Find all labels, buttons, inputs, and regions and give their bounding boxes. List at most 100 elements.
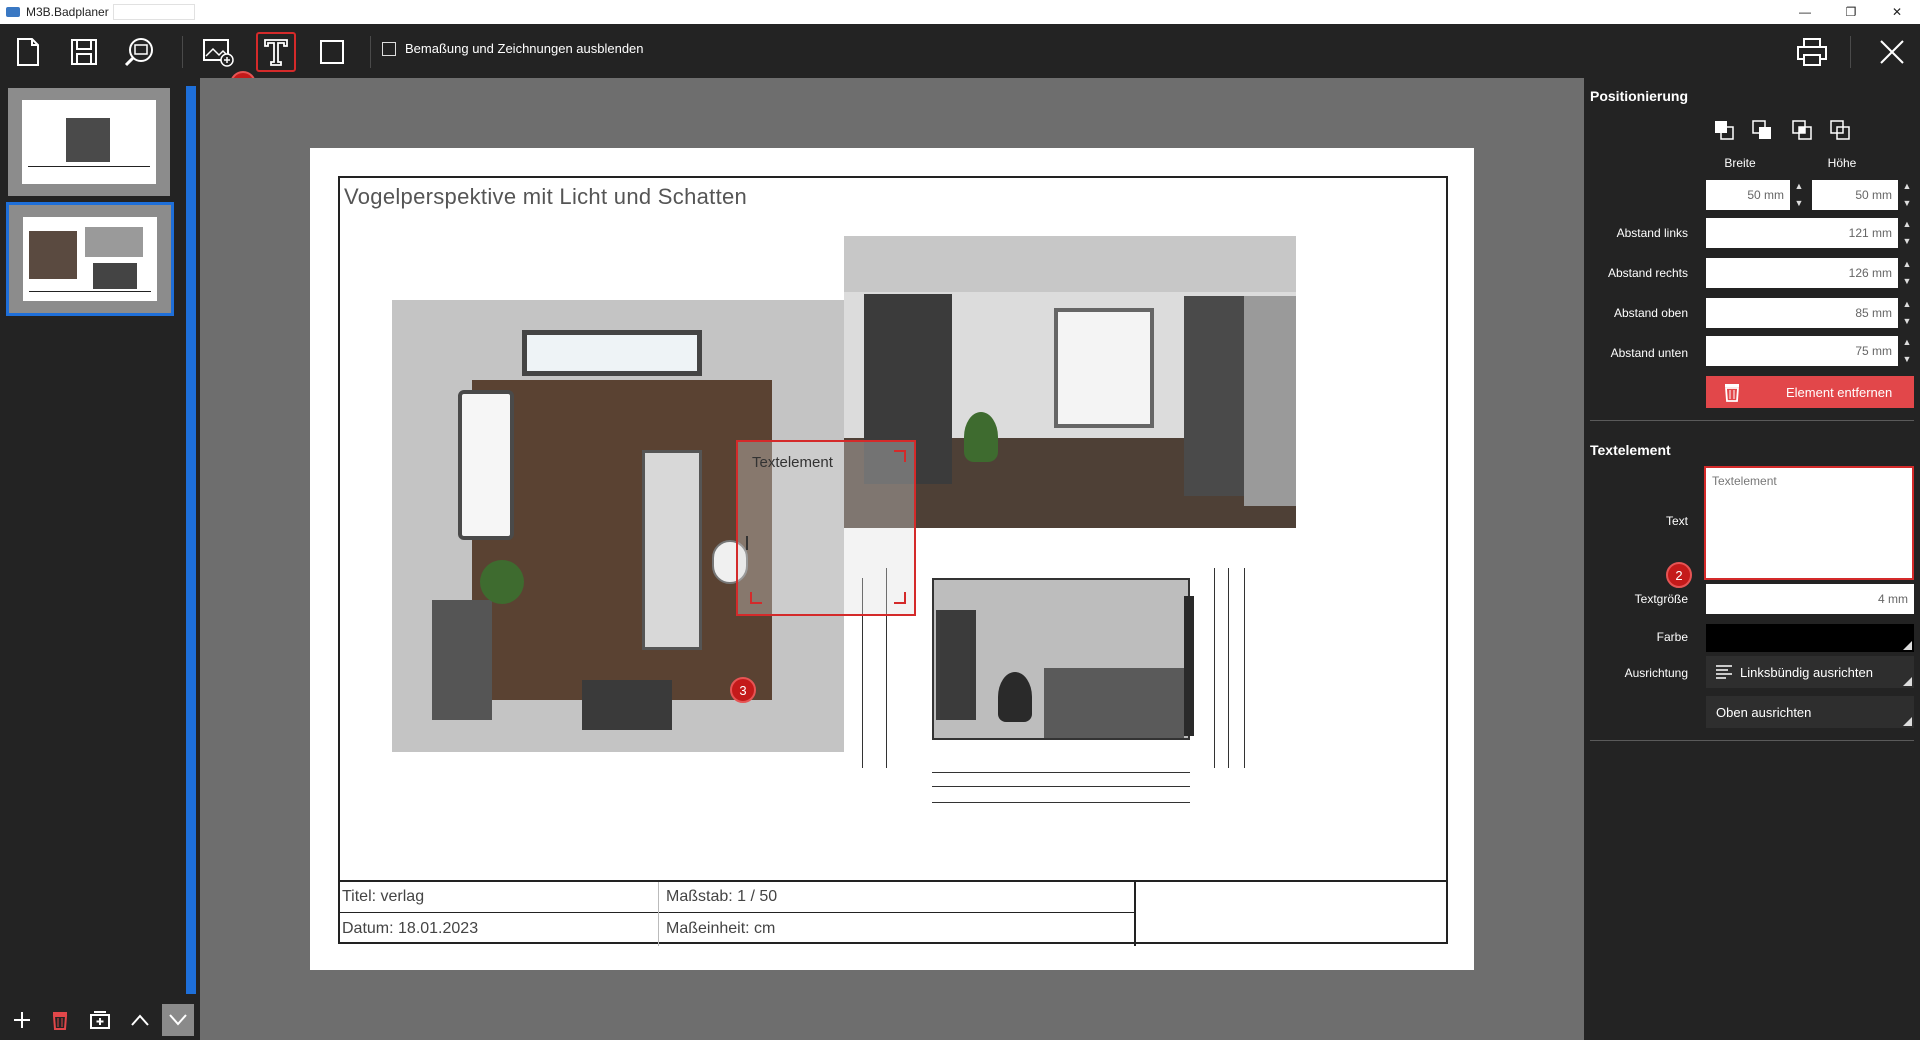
checkbox-box[interactable] <box>382 41 396 56</box>
distance-right-stepper[interactable]: ▲ ▼ <box>1900 258 1914 288</box>
page-thumbnail-1[interactable] <box>8 88 170 196</box>
close-icon <box>1880 40 1904 64</box>
horizontal-align-dropdown[interactable]: Linksbündig ausrichten <box>1706 656 1914 688</box>
duplicate-page-button[interactable] <box>84 1004 116 1036</box>
distance-left-label: Abstand links <box>1616 226 1688 240</box>
add-rectangle-button[interactable] <box>312 32 352 72</box>
move-page-up-button[interactable] <box>124 1004 156 1036</box>
close-editor-button[interactable] <box>1872 32 1912 72</box>
text-content-value: Textelement <box>1712 474 1777 488</box>
remove-element-button[interactable]: Element entfernen <box>1706 376 1914 408</box>
restore-button[interactable]: ❐ <box>1828 0 1874 24</box>
new-document-icon <box>17 38 39 66</box>
bring-forward-icon[interactable] <box>1750 118 1774 142</box>
send-to-back-icon[interactable] <box>1828 118 1852 142</box>
print-button[interactable] <box>1792 32 1832 72</box>
dropdown-corner-icon <box>1903 641 1912 650</box>
info-title[interactable]: Titel: verlag <box>338 882 424 912</box>
distance-bottom-label: Abstand unten <box>1610 346 1688 360</box>
hide-dimensions-label: Bemaßung und Zeichnungen ausblenden <box>405 41 644 56</box>
page-tools <box>0 998 200 1040</box>
align-left-icon <box>1716 665 1732 679</box>
remove-element-label: Element entfernen <box>1786 384 1893 400</box>
page-thumbnail-2[interactable] <box>6 202 174 316</box>
window-title: M3B.Badplaner <box>26 5 109 19</box>
page-frame: Vogelperspektive mit Licht und Schatten <box>338 176 1448 946</box>
elevation-drawing[interactable] <box>932 578 1194 740</box>
distance-right-label: Abstand rechts <box>1607 266 1688 280</box>
minimize-button[interactable]: — <box>1782 0 1828 24</box>
distance-left-stepper[interactable]: ▲ ▼ <box>1900 218 1914 248</box>
dropdown-corner-icon <box>1903 717 1912 726</box>
add-image-button[interactable] <box>198 32 238 72</box>
duplicate-icon <box>90 1011 110 1029</box>
chevron-down-icon <box>169 1014 187 1026</box>
horizontal-align-value: Linksbündig ausrichten <box>1740 664 1873 680</box>
vertical-align-value: Oben ausrichten <box>1716 704 1812 720</box>
add-image-icon <box>203 39 234 67</box>
preview-button[interactable] <box>120 32 160 72</box>
plus-icon <box>14 1012 30 1028</box>
distance-top-label: Abstand oben <box>1613 306 1688 320</box>
trash-icon <box>1725 384 1739 402</box>
move-page-down-button[interactable] <box>162 1004 194 1036</box>
distance-top-input[interactable]: 85 mm <box>1706 298 1898 328</box>
dropdown-corner-icon <box>1903 677 1912 686</box>
plant-icon <box>480 560 524 604</box>
distance-left-input[interactable]: 121 mm <box>1706 218 1898 248</box>
close-window-button[interactable]: ✕ <box>1874 0 1920 24</box>
project-name-field[interactable] <box>112 4 195 20</box>
color-picker[interactable] <box>1706 624 1914 652</box>
distance-bottom-input[interactable]: 75 mm <box>1706 336 1898 366</box>
text-cursor <box>746 536 748 550</box>
save-button[interactable] <box>64 32 104 72</box>
page-thumbnails-panel <box>0 78 200 1040</box>
distance-bottom-stepper[interactable]: ▲ ▼ <box>1900 336 1914 366</box>
printer-icon <box>1797 38 1827 66</box>
step-marker-3: 3 <box>730 677 756 703</box>
text-content-input[interactable]: Textelement <box>1704 466 1914 580</box>
text-element-heading: Textelement <box>1590 442 1671 458</box>
text-tool-icon <box>264 39 288 66</box>
alignment-label: Ausrichtung <box>1624 666 1688 680</box>
width-stepper[interactable]: ▲ ▼ <box>1792 180 1806 210</box>
height-label: Höhe <box>1827 156 1857 170</box>
info-scale[interactable]: Maßstab: 1 / 50 <box>662 882 777 912</box>
selected-text-element[interactable]: Textelement <box>736 440 916 616</box>
title-bar: M3B.Badplaner — ❐ ✕ <box>0 0 1920 24</box>
width-input[interactable]: 50 mm <box>1706 180 1790 210</box>
layout-canvas[interactable]: Vogelperspektive mit Licht und Schatten <box>200 78 1584 1040</box>
text-label: Text <box>1665 514 1688 528</box>
page-title[interactable]: Vogelperspektive mit Licht und Schatten <box>344 184 747 210</box>
distance-right-input[interactable]: 126 mm <box>1706 258 1898 288</box>
app-window: M3B.Badplaner — ❐ ✕ Bemaßung und Zeichnu… <box>0 0 1920 1040</box>
toolbar: Bemaßung und Zeichnungen ausblenden <box>0 24 1920 78</box>
new-document-button[interactable] <box>8 32 48 72</box>
positioning-heading: Positionierung <box>1590 88 1688 104</box>
text-element-content[interactable]: Textelement <box>752 454 833 471</box>
layout-page[interactable]: Vogelperspektive mit Licht und Schatten <box>310 148 1474 970</box>
rectangle-icon <box>320 40 344 64</box>
app-logo-icon <box>6 7 20 17</box>
thumbnail-scrollbar[interactable] <box>186 86 196 994</box>
distance-top-stepper[interactable]: ▲ ▼ <box>1900 298 1914 328</box>
add-text-button[interactable] <box>256 32 296 72</box>
bring-to-front-icon[interactable] <box>1712 118 1736 142</box>
height-input[interactable]: 50 mm <box>1812 180 1898 210</box>
trash-icon <box>52 1012 68 1030</box>
title-block: Titel: verlag Maßstab: 1 / 50 Datum: 18.… <box>338 880 1448 946</box>
info-unit[interactable]: Maßeinheit: cm <box>662 914 775 944</box>
hide-dimensions-checkbox[interactable]: Bemaßung und Zeichnungen ausblenden <box>382 41 644 56</box>
add-page-button[interactable] <box>6 1004 38 1036</box>
send-backward-icon[interactable] <box>1790 118 1814 142</box>
color-label: Farbe <box>1656 630 1688 644</box>
properties-panel: Positionierung Breite Höhe 50 mm ▲ ▼ 50 m… <box>1584 78 1920 1040</box>
info-date[interactable]: Datum: 18.01.2023 <box>338 914 478 944</box>
plant-icon <box>964 412 998 462</box>
delete-page-button[interactable] <box>44 1004 76 1036</box>
height-stepper[interactable]: ▲ ▼ <box>1900 180 1914 210</box>
vertical-align-dropdown[interactable]: Oben ausrichten <box>1706 696 1914 728</box>
magnifier-preview-icon <box>124 38 153 67</box>
text-size-input[interactable]: 4 mm <box>1706 584 1914 614</box>
save-icon <box>71 39 97 65</box>
